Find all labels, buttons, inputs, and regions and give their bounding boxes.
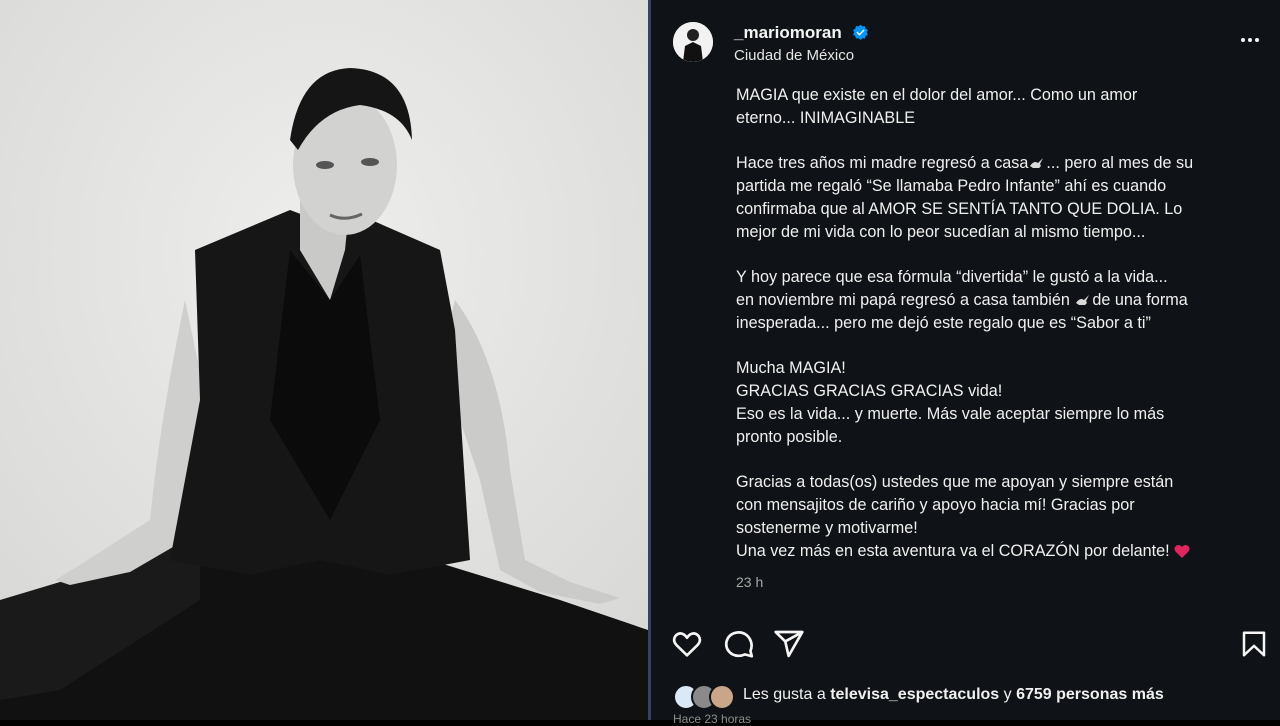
caption-line: Y hoy parece que esa fórmula “divertida”… (736, 268, 1168, 286)
caption-paragraph: Y hoy parece que esa fórmula “divertida”… (736, 266, 1256, 335)
action-bar (671, 628, 1267, 664)
more-options-icon[interactable] (1241, 29, 1262, 47)
heart-icon[interactable] (671, 628, 703, 660)
share-icon[interactable] (773, 628, 805, 660)
bookmark-icon[interactable] (1239, 628, 1269, 660)
caption-line: inesperada... pero me dejó este regalo q… (736, 314, 1151, 332)
caption-line: Hace tres años mi madre regresó a casa..… (736, 152, 1256, 175)
dove-emoji-icon (1030, 157, 1044, 168)
caption-line: en noviembre mi papá regresó a casa tamb… (736, 289, 1256, 312)
username[interactable]: _mariomoran (734, 23, 842, 43)
caption-line: Mucha MAGIA! (736, 359, 846, 377)
post-caption: MAGIA que existe en el dolor del amor...… (736, 84, 1256, 563)
caption-paragraph: MAGIA que existe en el dolor del amor...… (736, 84, 1256, 130)
caption-text: ... pero al mes de su (1046, 154, 1194, 172)
avatar[interactable] (673, 22, 713, 62)
caption-line: Eso es la vida... y muerte. Más vale ace… (736, 405, 1165, 423)
verified-badge-icon (853, 24, 868, 41)
caption-line: Gracias a todas(os) ustedes que me apoya… (736, 473, 1174, 491)
caption-line: Una vez más en esta aventura va el CORAZ… (736, 540, 1256, 563)
caption-paragraph: Mucha MAGIA! GRACIAS GRACIAS GRACIAS vid… (736, 357, 1256, 449)
caption-line: con mensajitos de cariño y apoyo hacia m… (736, 496, 1135, 514)
heart-emoji-icon (1174, 545, 1190, 559)
post-header: _mariomoran Ciudad de México (673, 20, 1263, 68)
post-time: 23 h (736, 574, 764, 590)
liker-avatar (709, 684, 735, 710)
caption-text: Una vez más en esta aventura va el CORAZ… (736, 542, 1170, 560)
caption-line: mejor de mi vida con lo peor sucedían al… (736, 223, 1146, 241)
caption-line: pronto posible. (736, 428, 843, 446)
caption-line: partida me regaló “Se llamaba Pedro Infa… (736, 177, 1167, 195)
likes-conj: y (1003, 686, 1012, 703)
caption-line: sostenerme y motivarme! (736, 519, 918, 537)
caption-line: GRACIAS GRACIAS GRACIAS vida! (736, 382, 1003, 400)
dove-emoji-icon (1076, 294, 1090, 305)
likes-summary[interactable]: Les gusta a televisa_espectaculos y 6759… (673, 684, 1273, 710)
posted-ago: Hace 23 horas (673, 712, 752, 726)
caption-line: confirmaba que al AMOR SE SENTÍA TANTO Q… (736, 200, 1183, 218)
caption-text: en noviembre mi papá regresó a casa tamb… (736, 291, 1075, 309)
comment-icon[interactable] (723, 628, 755, 660)
post-photo[interactable] (0, 0, 648, 720)
likes-prefix: Les gusta a (743, 686, 826, 703)
caption-text: Hace tres años mi madre regresó a casa (736, 154, 1029, 172)
liker-username[interactable]: televisa_espectaculos (830, 686, 999, 703)
likes-count[interactable]: 6759 personas más (1016, 686, 1164, 703)
caption-paragraph: Hace tres años mi madre regresó a casa..… (736, 152, 1256, 244)
post-panel: _mariomoran Ciudad de México MAGIA que e… (651, 0, 1280, 726)
caption-paragraph: Gracias a todas(os) ustedes que me apoya… (736, 471, 1256, 563)
location-link[interactable]: Ciudad de México (734, 47, 854, 64)
caption-line: eterno... INIMAGINABLE (736, 109, 916, 127)
caption-line: MAGIA que existe en el dolor del amor...… (736, 86, 1138, 104)
caption-text: de una forma (1092, 291, 1188, 309)
likes-text: Les gusta a televisa_espectaculos y 6759… (743, 686, 1164, 704)
